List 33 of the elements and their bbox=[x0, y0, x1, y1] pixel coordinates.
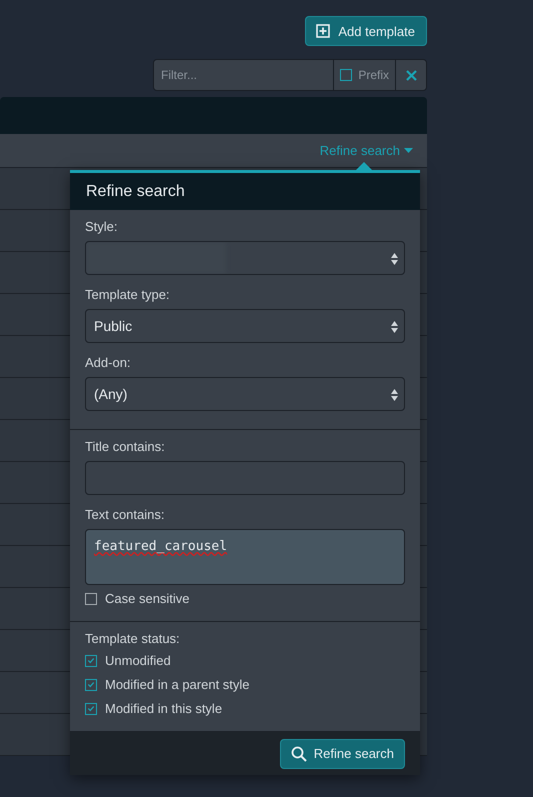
select-field[interactable]: Public bbox=[85, 309, 405, 343]
checkbox-label: Modified in this style bbox=[105, 701, 222, 716]
prefix-checkbox[interactable]: Prefix bbox=[333, 60, 395, 90]
checkbox-label: Unmodified bbox=[105, 653, 171, 668]
field-label: Style: bbox=[85, 219, 119, 234]
close-icon bbox=[406, 70, 416, 80]
select-arrows-icon bbox=[391, 253, 398, 265]
refine-search-link[interactable]: Refine search bbox=[320, 143, 413, 158]
textarea-field[interactable]: featured_carousel bbox=[85, 529, 405, 585]
filter-field[interactable]: Filter... bbox=[154, 60, 334, 90]
select-arrows-icon bbox=[391, 389, 398, 401]
field-label: Text contains: bbox=[85, 507, 166, 522]
search-icon bbox=[290, 746, 307, 762]
add-template-button[interactable]: Add template bbox=[305, 16, 427, 46]
refine-search-button[interactable]: Refine search bbox=[280, 738, 405, 768]
checkbox[interactable] bbox=[85, 654, 97, 666]
checkbox[interactable] bbox=[85, 592, 97, 604]
field-label: Template status: bbox=[85, 631, 181, 646]
checkbox-label: Modified in a parent style bbox=[105, 677, 250, 692]
checkbox-label: Case sensitive bbox=[105, 591, 190, 606]
plus-square-icon bbox=[316, 24, 330, 38]
select-field[interactable]: (Any) bbox=[85, 377, 405, 411]
input-field[interactable] bbox=[85, 461, 405, 495]
clear-button[interactable] bbox=[395, 60, 426, 90]
select-field[interactable] bbox=[85, 241, 405, 275]
field-label: Template type: bbox=[85, 287, 171, 302]
caret-icon bbox=[404, 148, 413, 153]
field-label: Title contains: bbox=[85, 439, 166, 454]
popup-title: Refine search bbox=[70, 170, 420, 210]
checkbox[interactable] bbox=[85, 678, 97, 690]
field-label: Add-on: bbox=[85, 355, 132, 370]
checkbox[interactable] bbox=[85, 702, 97, 714]
select-arrows-icon bbox=[391, 321, 398, 333]
